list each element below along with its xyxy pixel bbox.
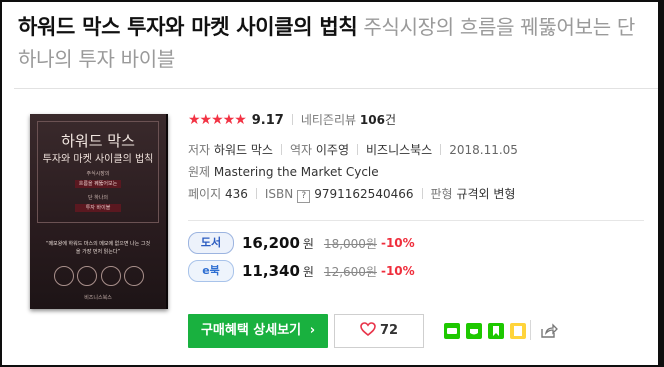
- ebook-price-unit: 원: [302, 264, 314, 279]
- book-sale-price: 16,200: [242, 234, 300, 252]
- page-count: 436: [224, 187, 248, 201]
- author-label: 저자: [188, 143, 211, 157]
- cafe-share-icon[interactable]: [466, 323, 482, 339]
- specs-row: 페이지 436 ISBN? 9791162540466 판형 규격외 변형: [188, 185, 515, 203]
- cover-text-2: 흐름을 꿰뚫어보는: [75, 180, 121, 188]
- share-divider: [530, 320, 531, 340]
- award-badge: [100, 266, 121, 286]
- separator: [440, 144, 442, 155]
- translator-label: 역자: [289, 143, 313, 157]
- ebook-discount: -10%: [380, 264, 415, 278]
- cover-text-4: 투자 바이블: [75, 204, 121, 212]
- ebook-sale-price: 11,340: [242, 262, 300, 280]
- book-badge[interactable]: 도서: [188, 232, 234, 254]
- cover-award-badges: [54, 266, 144, 286]
- format-label: 판형: [430, 187, 453, 201]
- format-value: 규격외 변형: [456, 187, 516, 201]
- pages-label: 페이지: [188, 187, 222, 201]
- book-price-row: 도서 16,200 원 18,000원 -10%: [188, 232, 415, 254]
- rating-row: ★★★★★ 9.17 네티즌리뷰 106건: [188, 111, 396, 128]
- separator: [421, 188, 423, 199]
- like-count: 72: [379, 323, 399, 338]
- book-discount: -10%: [380, 236, 415, 250]
- title-divider: [14, 88, 658, 89]
- chevron-right-icon: ›: [309, 323, 316, 338]
- book-detail-panel: 하워드 막스 투자와 마켓 사이클의 법칙주식시장의 흐름을 꿰뚫어보는 단 하…: [2, 2, 658, 365]
- blog-share-icon[interactable]: [444, 323, 460, 339]
- cover-publisher: 비즈니스북스: [84, 295, 112, 301]
- share-icon[interactable]: [540, 323, 558, 339]
- isbn-value: 9791162540466: [314, 187, 414, 201]
- award-badge: [54, 266, 74, 286]
- info-divider: [188, 220, 644, 221]
- cover-quote: “메모왕에 하워드 마스의 메모에 없으면 나는 그것을 가장 먼저 읽는다”: [45, 241, 151, 255]
- ebook-price-row: e북 11,340 원 12,600원 -10%: [188, 260, 415, 282]
- separator: [356, 144, 358, 155]
- award-badge: [123, 266, 144, 286]
- book-cover-image[interactable]: 하워드 막스 투자와 마켓 사이클의 법칙 주식시장의 흐름을 꿰뚫어보는 단 …: [30, 114, 168, 309]
- author-link[interactable]: 하워드 막스: [214, 143, 273, 157]
- publish-date: 2018.11.05: [449, 143, 518, 157]
- isbn-help-icon[interactable]: ?: [297, 190, 311, 203]
- book-title: 하워드 막스 투자와 마켓 사이클의 법칙 주식시장의 흐름을 꿰뚫어보는 단 하…: [18, 12, 654, 76]
- like-button[interactable]: 72: [334, 314, 424, 348]
- translator-link[interactable]: 이주영: [316, 143, 349, 157]
- publisher-link[interactable]: 비즈니스북스: [366, 143, 432, 157]
- book-title-main: 하워드 막스 투자와 마켓 사이클의 법칙: [18, 15, 358, 39]
- review-label[interactable]: 네티즌리뷰: [301, 113, 356, 127]
- memo-share-icon[interactable]: [510, 323, 526, 339]
- cover-text-1: 주식시장의: [86, 171, 110, 177]
- ebook-original-price: 12,600원: [323, 264, 377, 279]
- original-title: Mastering the Market Cycle: [213, 165, 379, 179]
- cover-text-3: 단 하나의: [88, 195, 108, 201]
- separator: [280, 144, 282, 155]
- original-title-row: 원제 Mastering the Market Cycle: [188, 163, 379, 180]
- purchase-benefits-label: 구매혜택 상세보기: [200, 323, 302, 338]
- award-badge: [77, 266, 98, 286]
- star-rating-icon: ★★★★★: [188, 112, 247, 128]
- book-price-unit: 원: [302, 236, 314, 251]
- separator: [255, 188, 257, 199]
- review-unit: 건: [384, 113, 396, 127]
- ebook-badge[interactable]: e북: [188, 260, 234, 282]
- purchase-benefits-button[interactable]: 구매혜택 상세보기 ›: [188, 314, 328, 348]
- cover-title-line2: 투자와 마켓 사이클의 법칙: [42, 154, 154, 165]
- separator: [291, 114, 293, 125]
- bookmark-share-icon[interactable]: [488, 323, 504, 339]
- credits-row: 저자 하워드 막스 역자 이주영 비즈니스북스 2018.11.05: [188, 141, 518, 158]
- heart-icon: [360, 322, 376, 337]
- original-title-label: 원제: [188, 165, 211, 179]
- book-original-price: 18,000원: [323, 236, 377, 251]
- isbn-label: ISBN: [264, 187, 294, 201]
- cover-title-line1: 하워드 막스: [61, 132, 135, 150]
- rating-score: 9.17: [251, 113, 284, 128]
- review-count[interactable]: 106: [360, 113, 385, 127]
